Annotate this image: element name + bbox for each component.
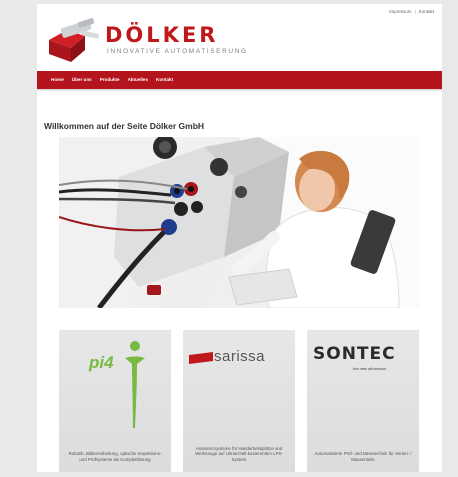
nav-item-home[interactable]: Home [51, 77, 64, 82]
page-title: Willkommen auf der Seite Dölker GmbH [44, 121, 205, 131]
pi4-logo: pi4 [89, 353, 114, 372]
product-tile-pi4[interactable]: pi4 Robotik, Bildverarbeitung, optische … [59, 330, 171, 472]
main-navigation: Home Über uns Produkte Aktuelles Kontakt [37, 71, 442, 89]
impressum-link[interactable]: Impressum [389, 9, 411, 14]
nav-item-aktuelles[interactable]: Aktuelles [128, 77, 148, 82]
nav-item-ueber-uns[interactable]: Über uns [72, 77, 92, 82]
nav-item-kontakt[interactable]: Kontakt [156, 77, 173, 82]
pi4-caption: Robotik, Bildverarbeitung, optische Insp… [68, 451, 162, 462]
product-tile-sontec[interactable]: SONTEC the new dimension Automatisierte … [307, 330, 419, 472]
sontec-tagline: the new dimension [353, 366, 387, 371]
product-tiles: pi4 Robotik, Bildverarbeitung, optische … [59, 330, 421, 472]
sontec-caption: Automatisierte Prüf- und Messtechnik für… [314, 451, 412, 462]
brand-tagline: INNOVATIVE AUTOMATISERUNG [107, 48, 248, 55]
brand-name[interactable]: DÖLKER [105, 23, 218, 47]
top-links: Impressum | Kontakt [389, 9, 434, 14]
sarissa-logo: sarissa [214, 348, 266, 365]
sontec-logo: SONTEC [313, 344, 396, 364]
sarissa-mark-icon [189, 352, 213, 364]
sarissa-caption: Assistenzsysteme für Handarbeitsplätze u… [195, 445, 283, 462]
product-tile-sarissa[interactable]: sarissa Assistenzsysteme für Handarbeits… [183, 330, 295, 472]
link-separator: | [414, 9, 416, 14]
kontakt-top-link[interactable]: Kontakt [419, 9, 434, 14]
page-container: Impressum | Kontakt DÖLKER INNOVATIVE AU… [37, 4, 442, 472]
hero-image [59, 137, 420, 308]
nav-item-produkte[interactable]: Produkte [100, 77, 120, 82]
pi4-figure-icon [125, 341, 145, 428]
brand-logo-icon[interactable] [45, 16, 103, 64]
